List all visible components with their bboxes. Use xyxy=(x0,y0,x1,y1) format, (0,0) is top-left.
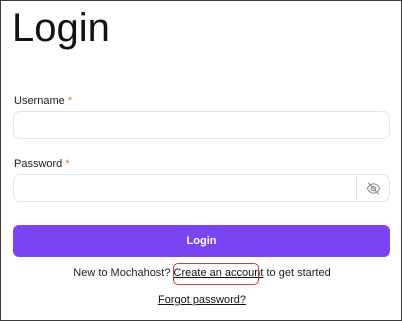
forgot-password-link[interactable]: Forgot password? xyxy=(158,294,246,306)
username-field-box xyxy=(13,111,390,139)
signup-prefix: New to Mochahost? xyxy=(73,267,171,279)
login-button[interactable]: Login xyxy=(13,225,390,257)
required-mark: * xyxy=(65,158,70,170)
password-label: Password * xyxy=(14,158,70,170)
username-input[interactable] xyxy=(14,112,389,138)
create-account-link[interactable]: Create an account xyxy=(174,267,264,279)
eye-off-icon xyxy=(366,181,380,195)
forgot-password-row: Forgot password? xyxy=(1,294,402,306)
toggle-password-visibility-button[interactable] xyxy=(356,175,389,201)
page-title: Login xyxy=(12,6,110,50)
password-label-text: Password xyxy=(14,158,63,170)
signup-prompt: New to Mochahost? Create an account to g… xyxy=(1,267,402,279)
signup-suffix: to get started xyxy=(266,267,331,279)
password-field-box xyxy=(13,174,390,202)
username-label: Username * xyxy=(14,95,72,107)
username-label-text: Username xyxy=(14,95,65,107)
required-mark: * xyxy=(67,95,73,107)
login-panel: Login Username * Password * Login New to M… xyxy=(0,0,402,321)
password-input[interactable] xyxy=(14,175,357,201)
